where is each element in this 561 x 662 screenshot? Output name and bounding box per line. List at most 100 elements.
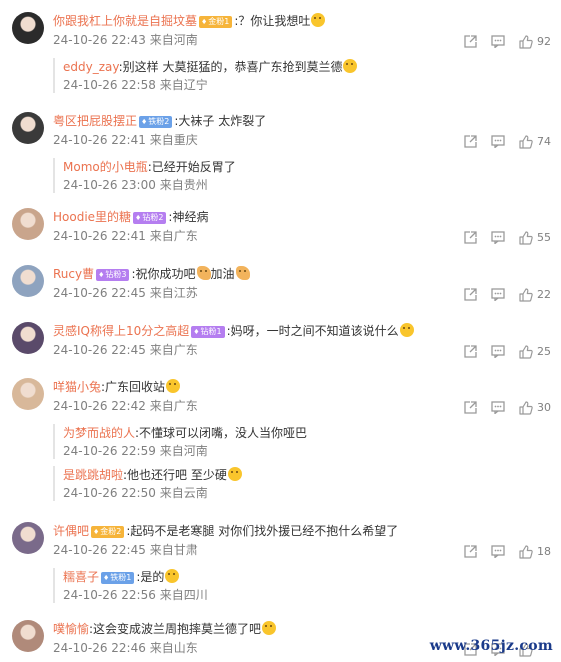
- reply-location: 来自云南: [159, 486, 208, 500]
- fan-badge: ♦铁粉1: [101, 572, 135, 584]
- reply-item: Momo的小电瓶:已经开始反胃了 24-10-26 23:00 来自贵州: [53, 158, 561, 193]
- like-icon[interactable]: [519, 34, 533, 49]
- reply-username-link[interactable]: 是跳跳胡啦: [63, 468, 123, 482]
- avatar[interactable]: [12, 620, 44, 652]
- reply-location: 来自辽宁: [159, 78, 208, 92]
- comment-meta: 24-10-26 22:45 来自江苏: [53, 285, 198, 301]
- comment-date: 24-10-26 22:45: [53, 286, 146, 300]
- reply-item: eddy_zay:别这样 大莫挺猛的，恭喜广东抢到莫兰德 24-10-26 22:…: [53, 58, 561, 93]
- comment-icon[interactable]: [491, 345, 505, 358]
- reply-date: 24-10-26 22:56: [63, 588, 156, 602]
- avatar-image: [12, 522, 44, 554]
- clap-emoji-icon: [196, 266, 211, 280]
- reply-username-link[interactable]: eddy_zay: [63, 60, 119, 74]
- reply-location: 来自河南: [159, 444, 208, 458]
- fan-badge-label: 钻粉2: [142, 213, 164, 222]
- reply-text: :是的: [136, 570, 165, 584]
- avatar[interactable]: [12, 112, 44, 144]
- reply-date: 24-10-26 22:50: [63, 486, 156, 500]
- reply-date: 24-10-26 22:58: [63, 78, 156, 92]
- share-icon[interactable]: [464, 401, 477, 414]
- comment-meta: 24-10-26 22:41 来自重庆: [53, 132, 198, 148]
- comment-line: 许偶吧 ♦金粉2:起码不是老寒腿 对你们找外援已经不抱什么希望了: [53, 522, 398, 540]
- comment-icon[interactable]: [491, 231, 505, 244]
- username-link[interactable]: 你跟我杠上你就是自掘坟墓: [53, 14, 197, 28]
- like-icon[interactable]: [519, 344, 533, 359]
- fan-badge-label: 铁粉2: [148, 117, 170, 126]
- comment-icon[interactable]: [491, 545, 505, 558]
- like-icon[interactable]: [519, 544, 533, 559]
- fan-badge-label: 钻粉3: [105, 270, 127, 279]
- avatar[interactable]: [12, 322, 44, 354]
- reply-username-link[interactable]: Momo的小电瓶: [63, 160, 148, 174]
- comment-actions: 74: [450, 134, 551, 150]
- clap-emoji-icon: [235, 266, 250, 280]
- share-icon[interactable]: [464, 545, 477, 558]
- comment-location: 来自广东: [149, 229, 198, 243]
- like-icon[interactable]: [519, 287, 533, 302]
- comment-text: :起码不是老寒腿 对你们找外援已经不抱什么希望了: [126, 524, 399, 538]
- comment-text: :妈呀，一时之间不知道该说什么: [226, 324, 399, 338]
- username-link[interactable]: 许偶吧: [53, 524, 89, 538]
- smiley-emoji-icon: [399, 323, 414, 337]
- share-icon[interactable]: [464, 135, 477, 148]
- comment-text: :这会变成波兰周抱摔莫兰德了吧: [89, 622, 262, 636]
- reply-line: 糯喜子 ♦铁粉1:是的: [63, 568, 561, 586]
- share-icon[interactable]: [464, 35, 477, 48]
- fan-badge-icon: ♦: [103, 574, 110, 582]
- username-link[interactable]: Hoodie里的糖: [53, 210, 131, 224]
- avatar[interactable]: [12, 522, 44, 554]
- share-icon[interactable]: [464, 231, 477, 244]
- comment-date: 24-10-26 22:42: [53, 399, 146, 413]
- fan-badge-icon: ♦: [193, 328, 200, 336]
- comment-meta: 24-10-26 22:42 来自广东: [53, 398, 198, 414]
- avatar[interactable]: [12, 12, 44, 44]
- comment-line: 灵感IQ称得上10分之高超 ♦钻粉1:妈呀，一时之间不知道该说什么: [53, 322, 414, 340]
- reply-line: 为梦而战的人:不懂球可以闭嘴，没人当你哑巴: [63, 424, 561, 442]
- avatar-image: [12, 322, 44, 354]
- comment-text: :？你让我想吐: [234, 14, 311, 28]
- comment-icon[interactable]: [491, 288, 505, 301]
- smiley-emoji-icon: [227, 467, 242, 481]
- smiley-emoji-icon: [165, 569, 180, 583]
- reply-date: 24-10-26 22:59: [63, 444, 156, 458]
- reply-username-link[interactable]: 为梦而战的人: [63, 426, 135, 440]
- fan-badge-icon: ♦: [98, 271, 105, 279]
- like-count: 92: [537, 35, 551, 48]
- comment-text: :广东回收站: [101, 380, 166, 394]
- avatar-image: [12, 208, 44, 240]
- username-link[interactable]: 粤区把屁股摆正: [53, 114, 137, 128]
- username-link[interactable]: 噗愉愉: [53, 622, 89, 636]
- avatar[interactable]: [12, 208, 44, 240]
- comment-actions: 30: [450, 400, 551, 416]
- comment-actions: 25: [450, 344, 551, 360]
- avatar[interactable]: [12, 378, 44, 410]
- comment-icon[interactable]: [491, 35, 505, 48]
- reply-meta: 24-10-26 23:00 来自贵州: [63, 177, 561, 193]
- comment-date: 24-10-26 22:43: [53, 33, 146, 47]
- fan-badge: ♦金粉2: [91, 526, 125, 538]
- username-link[interactable]: Rucy曹: [53, 267, 94, 281]
- avatar[interactable]: [12, 265, 44, 297]
- username-link[interactable]: 咩猫小兔: [53, 380, 101, 394]
- comment-text: :祝你成功吧: [131, 267, 196, 281]
- comment-line: 粤区把屁股摆正 ♦铁粉2:大袜子 太炸裂了: [53, 112, 266, 130]
- comment-text: :大袜子 太炸裂了: [174, 114, 267, 128]
- like-icon[interactable]: [519, 230, 533, 245]
- comment-icon[interactable]: [491, 135, 505, 148]
- fan-badge-label: 金粉1: [208, 17, 230, 26]
- reply-location: 来自四川: [159, 588, 208, 602]
- comment-line: Hoodie里的糖 ♦钻粉2:神经病: [53, 208, 208, 226]
- comment-text-continued: 加油: [210, 267, 235, 281]
- comment-icon[interactable]: [491, 401, 505, 414]
- username-link[interactable]: 灵感IQ称得上10分之高超: [53, 324, 189, 338]
- share-icon[interactable]: [464, 288, 477, 301]
- reply-meta: 24-10-26 22:58 来自辽宁: [63, 77, 561, 93]
- share-icon[interactable]: [464, 345, 477, 358]
- reply-text: :已经开始反胃了: [147, 160, 236, 174]
- reply-username-link[interactable]: 糯喜子: [63, 570, 99, 584]
- like-icon[interactable]: [519, 400, 533, 415]
- fan-badge-icon: ♦: [135, 214, 142, 222]
- like-icon[interactable]: [519, 134, 533, 149]
- comment-location: 来自重庆: [149, 133, 198, 147]
